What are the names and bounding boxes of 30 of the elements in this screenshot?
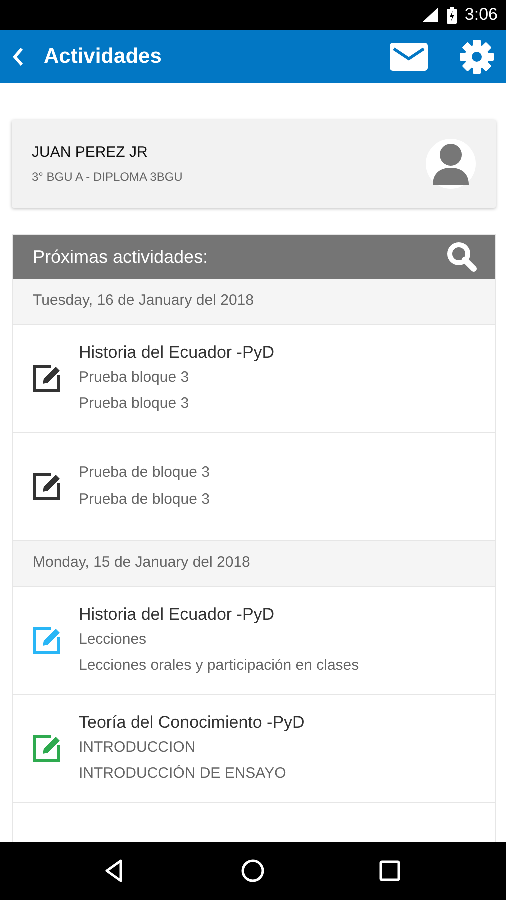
screen-title: Actividades [44,44,163,70]
student-name: JUAN PEREZ JR [32,142,149,163]
activity-item[interactable]: Historia del Ecuador -PyD Prueba bloque 3 Prueba bloque 3 [13,325,495,433]
person-icon [433,143,469,185]
activity-detail: Prueba de bloque 3 [79,490,210,510]
search-button[interactable] [447,242,477,272]
activity-item[interactable]: Historia del Ecuador -PyD Lecciones Lecciones orales y participación en clases [13,587,495,695]
section-title: Próximas actividades: [33,246,208,268]
search-icon [447,242,477,272]
date-heading: Monday, 15 de January del 2018 [33,553,250,574]
activity-detail: Lecciones orales y participación en clases [79,656,360,676]
activity-item[interactable]: Teoría del Conocimiento -PyD INTRODUCCION INTRODUCCIÓN DE ENSAYO [13,695,495,803]
date-heading: Tuesday, 16 de January del 2018 [33,291,254,312]
battery-icon [446,6,457,24]
activity-detail: Prueba bloque 3 [79,368,190,388]
signal-icon [420,7,439,23]
activity-detail: Prueba bloque 3 [79,394,190,414]
home-icon [240,858,266,884]
settings-icon [460,40,494,74]
activity-detail: INTRODUCCIÓN DE ENSAYO [79,764,288,784]
activity-subject: Historia del Ecuador -PyD [79,604,276,626]
mail-icon [390,42,428,70]
clock-time: 3:06 [464,4,498,26]
activity-detail: Lecciones [79,630,148,650]
back-icon [12,46,24,66]
activity-subject: Teoría del Conocimiento -PyD [79,712,305,734]
activity-detail: Prueba de bloque 3 [79,463,210,484]
course-label: 3° BGU A - DIPLOMA 3BGU [32,169,183,186]
activity-detail: INTRODUCCION [79,738,197,758]
activity-subject: Historia del Ecuador -PyD [79,342,275,364]
